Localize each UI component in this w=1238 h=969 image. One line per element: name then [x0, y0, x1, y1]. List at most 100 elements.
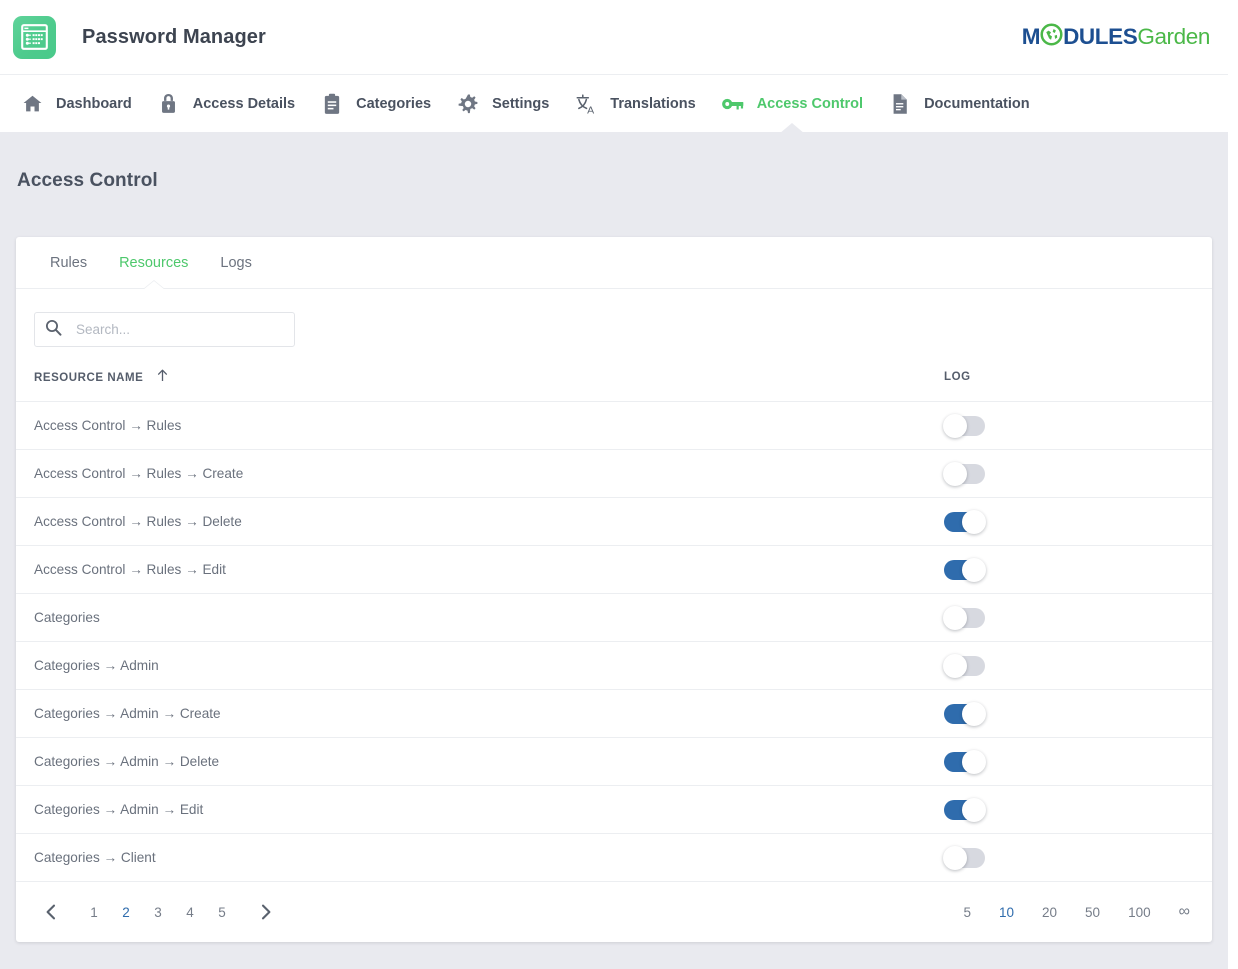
- tab-logs[interactable]: Logs: [204, 237, 267, 289]
- toggle-knob: [943, 605, 967, 630]
- document-icon: [889, 93, 911, 115]
- pagination: 12345 5 10 20 50 100 ∞: [16, 882, 1212, 942]
- resource-name-cell: Categories → Admin: [16, 641, 940, 690]
- log-cell: [940, 449, 1212, 498]
- table-row: Categories → Admin → Create: [16, 689, 1212, 738]
- log-cell: [940, 545, 1212, 594]
- chevron-left-icon[interactable]: [38, 899, 64, 925]
- log-toggle[interactable]: [944, 509, 986, 534]
- log-toggle[interactable]: [944, 557, 986, 582]
- logo-text-garden: Garden: [1137, 24, 1210, 49]
- clipboard-icon: [321, 93, 343, 115]
- table-row: Categories → Admin → Edit: [16, 785, 1212, 834]
- svg-text:A: A: [587, 104, 594, 114]
- resource-name-cell: Categories → Admin → Delete: [16, 737, 940, 786]
- pagination-page-2[interactable]: 2: [110, 905, 142, 920]
- page-size-infinite[interactable]: ∞: [1165, 903, 1196, 921]
- nav-item-access-details[interactable]: Access Details: [145, 75, 308, 133]
- translate-icon: A: [575, 93, 597, 115]
- table-row: Categories: [16, 593, 1212, 642]
- gear-icon: [457, 93, 479, 115]
- toggle-knob: [962, 749, 986, 774]
- nav-label-categories: Categories: [356, 95, 432, 112]
- table-row: Categories → Client: [16, 833, 1212, 882]
- search-input[interactable]: [74, 321, 284, 338]
- lock-icon: [158, 93, 180, 115]
- screen: Password Manager M DULES Garden Dashboar…: [0, 0, 1238, 969]
- nav-item-settings[interactable]: Settings: [444, 75, 562, 133]
- home-icon: [21, 93, 43, 115]
- log-cell: [940, 737, 1212, 786]
- app-container: Password Manager M DULES Garden Dashboar…: [0, 0, 1228, 969]
- pagination-page-3[interactable]: 3: [142, 905, 174, 920]
- page-size-100[interactable]: 100: [1114, 905, 1165, 920]
- column-label-resource-name: RESOURCE NAME: [34, 372, 144, 384]
- nav-item-translations[interactable]: A Translations: [562, 75, 708, 133]
- page-size-50[interactable]: 50: [1071, 905, 1114, 920]
- column-header-log[interactable]: LOG: [940, 369, 1212, 402]
- log-cell: [940, 401, 1212, 450]
- access-control-card: Rules Resources Logs Search... RESOURCE …: [16, 237, 1212, 942]
- page-size-20[interactable]: 20: [1028, 905, 1071, 920]
- password-window-icon: [13, 15, 56, 59]
- pagination-page-5[interactable]: 5: [206, 905, 238, 920]
- resource-name-cell: Categories → Client: [16, 833, 940, 882]
- log-cell: [940, 641, 1212, 690]
- resource-name-cell: Categories → Admin → Edit: [16, 785, 940, 834]
- tab-rules[interactable]: Rules: [34, 237, 103, 289]
- nav-item-categories[interactable]: Categories: [308, 75, 444, 133]
- toggle-knob: [962, 509, 986, 534]
- search-box[interactable]: [34, 312, 295, 347]
- log-cell: [940, 593, 1212, 642]
- logo-text-dules: DULES: [1063, 24, 1138, 49]
- nav-label-access-details: Access Details: [192, 95, 296, 112]
- log-toggle[interactable]: [944, 749, 986, 774]
- pagination-page-1[interactable]: 1: [78, 905, 110, 920]
- log-toggle[interactable]: [943, 653, 985, 678]
- tab-label-logs: Logs: [220, 254, 252, 271]
- app-header: Password Manager M DULES Garden: [0, 0, 1228, 74]
- page-content: Access Control Rules Resources Logs Sear…: [0, 132, 1228, 942]
- pagination-page-sizes: 5 10 20 50 100 ∞: [949, 903, 1196, 921]
- nav-label-translations: Translations: [610, 95, 696, 112]
- log-toggle[interactable]: [943, 461, 985, 486]
- pagination-page-4[interactable]: 4: [174, 905, 206, 920]
- toggle-knob: [962, 701, 986, 726]
- table-row: Access Control → Rules: [16, 401, 1212, 450]
- log-cell: [940, 833, 1212, 882]
- search-row: [16, 289, 1212, 347]
- tab-label-rules: Rules: [50, 254, 88, 271]
- toggle-knob: [943, 413, 967, 438]
- nav-label-documentation: Documentation: [924, 95, 1030, 112]
- app-title: Password Manager: [82, 25, 266, 48]
- chevron-right-icon[interactable]: [252, 899, 278, 925]
- logo-text-m: M: [1021, 24, 1041, 49]
- resource-name-cell: Categories: [16, 593, 940, 642]
- table-row: Categories → Admin: [16, 641, 1212, 690]
- main-navigation: Dashboard Access Details Categories Sett…: [0, 74, 1228, 134]
- nav-item-dashboard[interactable]: Dashboard: [8, 75, 145, 133]
- log-toggle[interactable]: [944, 701, 986, 726]
- log-toggle[interactable]: [943, 845, 985, 870]
- table-row: Categories → Admin → Delete: [16, 737, 1212, 786]
- globe-icon: [1040, 22, 1063, 52]
- page-size-5[interactable]: 5: [949, 905, 985, 920]
- card-tabs: Rules Resources Logs: [16, 237, 1212, 290]
- nav-item-documentation[interactable]: Documentation: [876, 75, 1043, 133]
- toggle-knob: [962, 557, 986, 582]
- log-toggle[interactable]: [943, 605, 985, 630]
- log-cell: [940, 497, 1212, 546]
- nav-item-access-control[interactable]: Access Control: [709, 75, 876, 134]
- log-toggle[interactable]: [944, 797, 986, 822]
- page-size-10[interactable]: 10: [985, 905, 1028, 920]
- toggle-knob: [943, 845, 967, 870]
- log-toggle[interactable]: [943, 413, 985, 438]
- brand: Password Manager: [13, 15, 266, 59]
- resource-name-cell: Access Control → Rules → Edit: [16, 545, 940, 594]
- toggle-knob: [943, 653, 967, 678]
- tab-resources[interactable]: Resources: [103, 237, 204, 290]
- toggle-knob: [962, 797, 986, 822]
- column-header-resource-name[interactable]: RESOURCE NAME: [16, 369, 940, 402]
- resource-name-cell: Categories → Admin → Create: [16, 689, 940, 738]
- column-label-log: LOG: [944, 371, 971, 383]
